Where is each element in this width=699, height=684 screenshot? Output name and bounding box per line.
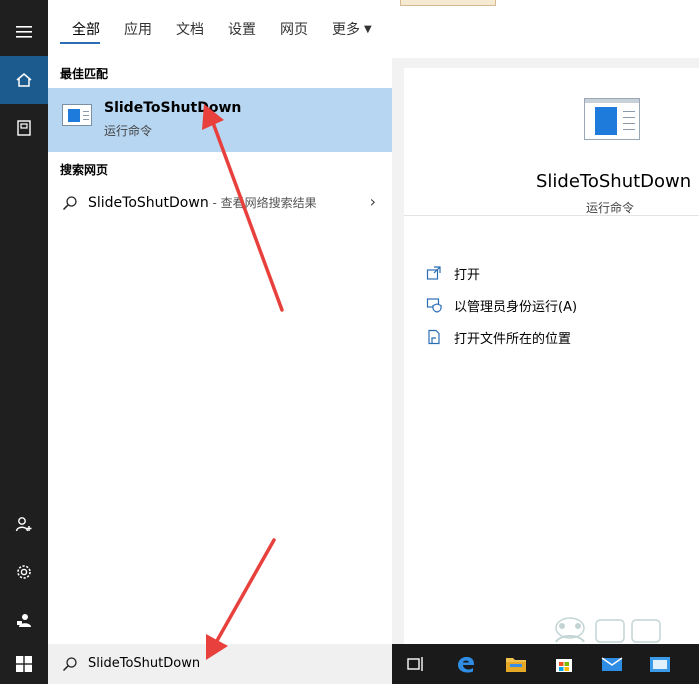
run-command-large-icon [584, 98, 640, 140]
baidu-watermark-logo [555, 617, 661, 643]
action-run-as-admin[interactable]: 以管理员身份运行(A) [426, 294, 577, 316]
tab-all-label: 全部 [72, 22, 100, 38]
tab-settings-label: 设置 [228, 22, 256, 38]
home-icon[interactable] [0, 56, 48, 104]
settings-gear-icon[interactable] [0, 548, 48, 596]
start-button[interactable] [0, 644, 48, 684]
best-match-item[interactable]: SlideToShutDown 运行命令 [48, 88, 392, 152]
detail-subtitle: 运行命令 [586, 201, 635, 215]
hamburger-menu-icon[interactable] [0, 8, 48, 56]
file-explorer-icon[interactable] [504, 652, 528, 676]
search-icon [62, 657, 77, 672]
tab-apps-label: 应用 [124, 22, 152, 38]
action-run-as-admin-label: 以管理员身份运行(A) [454, 299, 578, 315]
web-search-query: SlideToShutDown [88, 195, 209, 211]
chevron-down-icon: ▼ [364, 23, 372, 35]
detail-pane: SlideToShutDown 运行命令 打开 以管理员身份运行(A) 打开文件… [404, 68, 699, 644]
action-open-file-location[interactable]: 打开文件所在的位置 [426, 326, 571, 348]
best-match-subtitle: 运行命令 [104, 124, 153, 138]
web-search-result[interactable]: SlideToShutDown - 查看网络搜索结果 › [48, 188, 392, 218]
feedback-icon[interactable] [0, 596, 48, 644]
web-search-text: SlideToShutDown - 查看网络搜索结果 [88, 194, 317, 211]
action-open-label: 打开 [454, 267, 481, 283]
left-rail [0, 0, 48, 644]
detail-divider [404, 215, 699, 216]
file-location-icon [428, 329, 440, 345]
tab-web[interactable]: 网页 [268, 0, 320, 58]
taskbar-search-box[interactable]: SlideToShutDown [48, 644, 392, 684]
detail-title: SlideToShutDown [536, 171, 692, 192]
tab-settings[interactable]: 设置 [216, 0, 268, 58]
best-match-heading: 最佳匹配 [60, 67, 109, 81]
action-open-file-location-label: 打开文件所在的位置 [454, 331, 572, 347]
tab-apps[interactable]: 应用 [112, 0, 164, 58]
action-open[interactable]: 打开 [426, 262, 480, 284]
tab-all[interactable]: 全部 [48, 0, 112, 58]
windows-logo-icon [16, 656, 32, 672]
task-view-icon[interactable] [404, 652, 428, 676]
web-search-suffix: - 查看网络搜索结果 [208, 196, 317, 210]
results-pane: 最佳匹配 SlideToShutDown 运行命令 搜索网页 SlideToSh… [48, 58, 392, 644]
best-match-name: SlideToShutDown [104, 100, 242, 116]
search-tabs: 全部 应用 文档 设置 网页 更多 ▼ [48, 0, 699, 58]
run-command-app-icon [62, 104, 92, 126]
notebook-icon[interactable] [0, 104, 48, 152]
edge-browser-icon[interactable] [454, 652, 478, 676]
add-user-icon[interactable] [0, 500, 48, 548]
search-icon [62, 196, 77, 211]
web-search-heading: 搜索网页 [60, 163, 109, 177]
tab-documents-label: 文档 [176, 22, 204, 38]
search-input[interactable]: SlideToShutDown [88, 656, 200, 671]
tab-documents[interactable]: 文档 [164, 0, 216, 58]
tab-more-label: 更多 [332, 22, 360, 38]
tab-more[interactable]: 更多 ▼ [320, 0, 384, 58]
chevron-right-icon[interactable]: › [370, 192, 376, 211]
tab-web-label: 网页 [280, 22, 308, 38]
open-icon [426, 266, 441, 280]
shield-icon [426, 298, 442, 313]
top-edge-decoration [400, 0, 496, 6]
